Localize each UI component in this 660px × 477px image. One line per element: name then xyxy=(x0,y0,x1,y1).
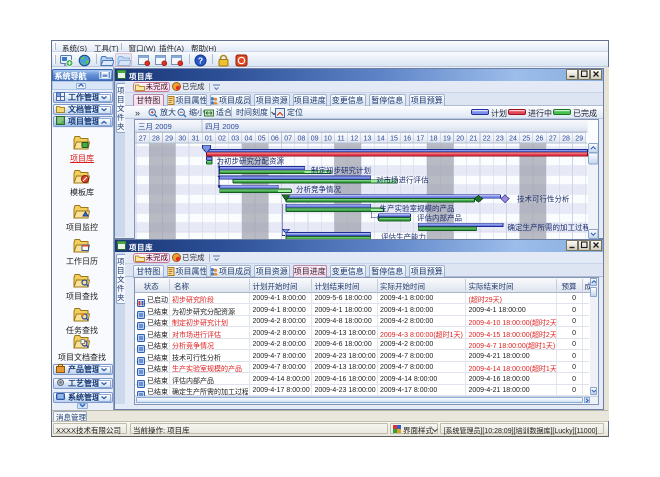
svg-text:08: 08 xyxy=(297,135,305,142)
svg-text:25: 25 xyxy=(522,135,530,142)
svg-text:23: 23 xyxy=(495,135,503,142)
svg-text:28: 28 xyxy=(151,135,159,142)
svg-text:31: 31 xyxy=(191,135,199,142)
svg-text:评估生产能力: 评估生产能力 xyxy=(381,231,426,239)
svg-text:09: 09 xyxy=(310,135,318,142)
svg-text:30: 30 xyxy=(178,135,186,142)
svg-text:16: 16 xyxy=(403,135,411,142)
svg-text:27: 27 xyxy=(138,135,146,142)
svg-text:07: 07 xyxy=(284,135,292,142)
svg-text:14: 14 xyxy=(376,135,384,142)
svg-text:生产实验室规模的产品: 生产实验室规模的产品 xyxy=(379,202,454,212)
svg-text:三月 2009: 三月 2009 xyxy=(138,122,172,131)
svg-text:11: 11 xyxy=(337,135,344,142)
svg-text:15: 15 xyxy=(390,135,398,142)
svg-text:03: 03 xyxy=(231,135,239,142)
svg-text:?: ? xyxy=(198,56,203,66)
svg-text:制定初步研究计划: 制定初步研究计划 xyxy=(311,165,371,175)
svg-text:12: 12 xyxy=(350,135,358,142)
svg-text:29: 29 xyxy=(165,135,173,142)
svg-text:02: 02 xyxy=(218,135,226,142)
svg-text:为初步研究分配资源: 为初步研究分配资源 xyxy=(216,155,284,165)
svg-text:10: 10 xyxy=(323,135,331,142)
svg-text:05: 05 xyxy=(257,135,265,142)
svg-text:21: 21 xyxy=(469,135,477,142)
svg-text:29: 29 xyxy=(575,135,583,142)
svg-text:04: 04 xyxy=(244,135,252,142)
svg-text:24: 24 xyxy=(509,135,517,142)
svg-text:26: 26 xyxy=(535,135,543,142)
svg-text:01: 01 xyxy=(204,135,212,142)
svg-text:四月 2009: 四月 2009 xyxy=(205,122,239,131)
svg-text:27: 27 xyxy=(548,135,556,142)
svg-text:确定生产所需的加工过程: 确定生产所需的加工过程 xyxy=(507,221,590,231)
svg-text:13: 13 xyxy=(363,135,371,142)
svg-text:评估内部产品: 评估内部产品 xyxy=(417,212,462,222)
svg-text:22: 22 xyxy=(482,135,490,142)
svg-text:17: 17 xyxy=(416,135,424,142)
svg-text:技术可行性分析: 技术可行性分析 xyxy=(517,193,570,203)
svg-text:18: 18 xyxy=(429,135,437,142)
svg-text:对市场进行评估: 对市场进行评估 xyxy=(376,174,429,184)
svg-text:19: 19 xyxy=(443,135,451,142)
svg-text:20: 20 xyxy=(456,135,464,142)
svg-text:28: 28 xyxy=(562,135,570,142)
svg-text:06: 06 xyxy=(271,135,279,142)
svg-text:分析竞争情况: 分析竞争情况 xyxy=(296,184,341,194)
